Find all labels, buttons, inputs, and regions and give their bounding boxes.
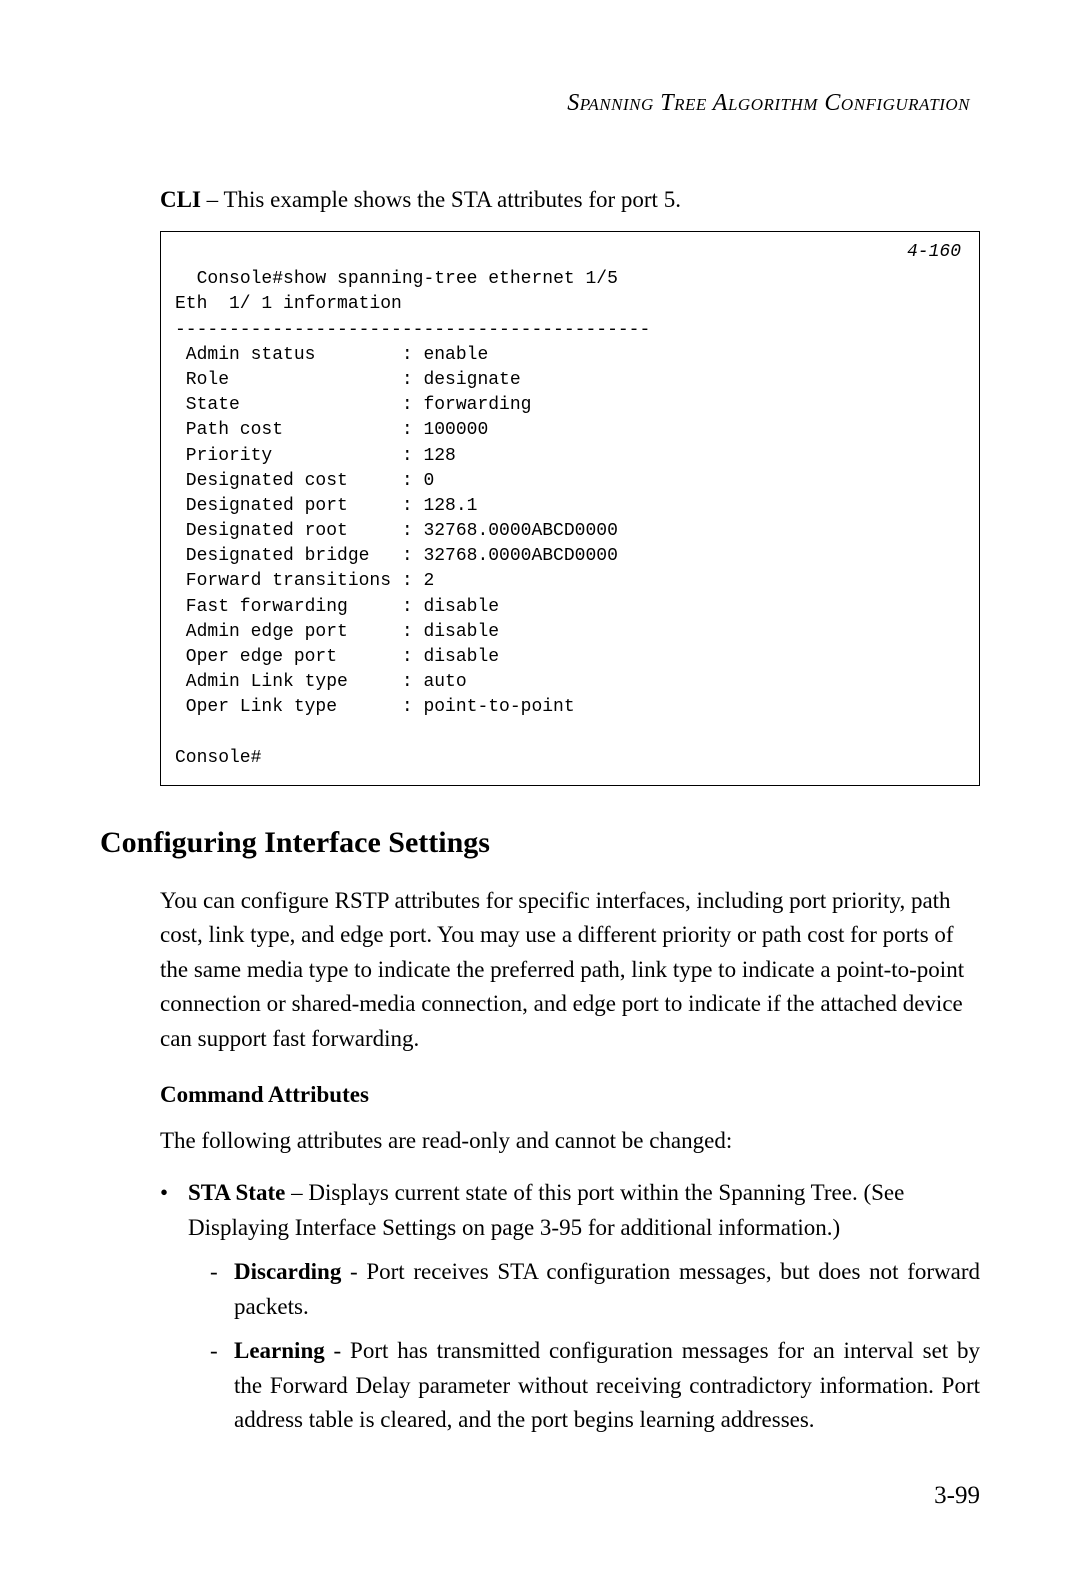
sub-bullet-list: -Discarding - Port receives STA configur… xyxy=(210,1255,980,1438)
cli-intro-text: – This example shows the STA attributes … xyxy=(201,187,681,212)
subheading-command-attributes: Command Attributes xyxy=(160,1082,980,1108)
sub-bullet-label: Learning xyxy=(234,1338,325,1363)
cli-output-box: 4-160 Console#show spanning-tree ethernet… xyxy=(160,231,980,786)
page-header: Spanning Tree Algorithm Configuration xyxy=(100,90,980,117)
list-item: -Discarding - Port receives STA configur… xyxy=(210,1255,980,1324)
dash-marker: - xyxy=(210,1334,234,1438)
sub-bullet-content: Learning - Port has transmitted configur… xyxy=(234,1334,980,1438)
section-paragraph: You can configure RSTP attributes for sp… xyxy=(160,884,980,1057)
cli-reference: 4-160 xyxy=(907,240,961,265)
sub-bullet-text: - Port receives STA configuration messag… xyxy=(234,1259,980,1319)
sub-bullet-content: Discarding - Port receives STA configura… xyxy=(234,1255,980,1324)
bullet-label: STA State xyxy=(188,1180,285,1205)
attributes-intro: The following attributes are read-only a… xyxy=(160,1128,980,1154)
section-heading: Configuring Interface Settings xyxy=(100,826,980,860)
bullet-list: • STA State – Displays current state of … xyxy=(160,1176,980,1245)
cli-divider: ----------------------------------------… xyxy=(175,320,650,340)
bullet-text: – Displays current state of this port wi… xyxy=(188,1180,904,1240)
cli-label: CLI xyxy=(160,187,201,212)
sub-bullet-text: - Port has transmitted configuration mes… xyxy=(234,1338,980,1432)
cli-intro: CLI – This example shows the STA attribu… xyxy=(160,187,980,213)
list-item: -Learning - Port has transmitted configu… xyxy=(210,1334,980,1438)
sub-bullet-label: Discarding xyxy=(234,1259,341,1284)
list-item: • STA State – Displays current state of … xyxy=(160,1176,980,1245)
dash-marker: - xyxy=(210,1255,234,1324)
bullet-marker: • xyxy=(160,1176,188,1245)
cli-eth-info: Eth 1/ 1 information xyxy=(175,294,402,314)
page-number: 3-99 xyxy=(934,1482,980,1510)
cli-command: Console#show spanning-tree ethernet 1/5 xyxy=(197,269,618,289)
bullet-content: STA State – Displays current state of th… xyxy=(188,1176,980,1245)
cli-prompt: Console# xyxy=(175,748,261,768)
